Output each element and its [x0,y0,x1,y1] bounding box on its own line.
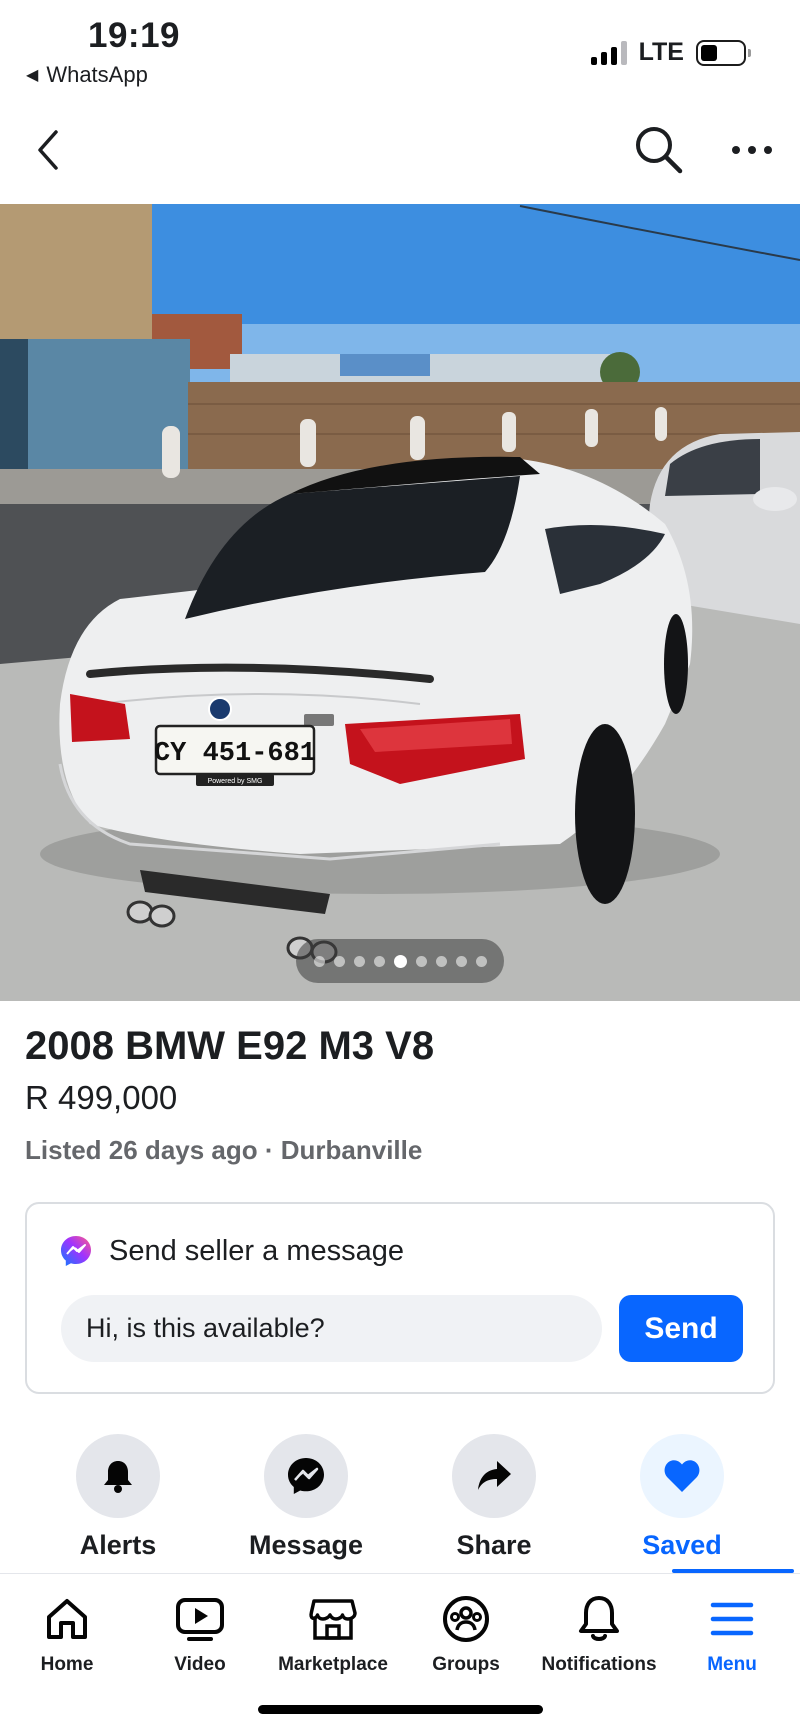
battery-icon [696,39,751,66]
listing-meta: Listed 26 days ago · Durbanville [25,1135,423,1165]
search-icon[interactable] [633,124,685,176]
tab-groups[interactable]: Groups [399,1590,533,1676]
carousel-dot[interactable] [415,955,427,967]
share-button[interactable] [452,1434,536,1518]
send-button[interactable]: Send [619,1295,743,1362]
share-arrow-icon [478,1461,511,1490]
video-icon [176,1598,224,1641]
alerts-label: Alerts [79,1530,157,1560]
message-label: Message [248,1530,364,1560]
marketplace-listing-page: 19:19 ◀ WhatsApp LTE CY 451-681 Powered … [0,0,800,1732]
bell-icon [579,1596,619,1641]
network-label: LTE [638,38,684,66]
carousel-dot[interactable] [333,955,345,967]
tab-notifications[interactable]: Notifications [532,1590,666,1676]
marketplace-icon [309,1599,357,1640]
more-horizontal-icon[interactable] [730,140,774,160]
message-input[interactable] [61,1295,602,1362]
plate-sub-text: Powered by SMG [208,778,263,785]
tab-menu-label: Menu [707,1654,757,1675]
photo-carousel-indicator [296,939,504,983]
tab-marketplace-label: Marketplace [278,1654,388,1675]
share-label: Share [456,1530,532,1560]
alerts-action[interactable]: Alerts [23,1434,213,1561]
listing-price: R 499,000 [25,1079,178,1116]
saved-action[interactable]: Saved [587,1434,777,1561]
saved-label: Saved [642,1530,722,1560]
messenger-icon [61,1236,91,1266]
tab-notifications-label: Notifications [541,1654,657,1675]
alerts-button[interactable] [76,1434,160,1518]
carousel-dot[interactable] [353,955,365,967]
heart-icon [664,1460,700,1492]
share-action[interactable]: Share [399,1434,589,1561]
back-to-app-link[interactable]: ◀ WhatsApp [26,62,148,88]
status-indicators: LTE [590,38,751,67]
tab-menu[interactable]: Menu [665,1590,799,1676]
saved-button[interactable] [640,1434,724,1518]
card-heading: Send seller a message [109,1234,404,1267]
bell-icon [104,1461,132,1493]
carousel-dot-active[interactable] [393,954,407,968]
back-triangle-icon: ◀ [26,67,39,84]
message-button[interactable] [264,1434,348,1518]
listing-photo[interactable]: CY 451-681 Powered by SMG [0,204,800,1001]
carousel-dot[interactable] [373,955,385,967]
plate-text: CY 451-681 [154,739,316,769]
home-indicator [258,1705,543,1714]
tab-groups-label: Groups [432,1654,500,1675]
tab-home-label: Home [40,1654,94,1675]
message-action[interactable]: Message [211,1434,401,1561]
signal-bars-icon [590,40,627,65]
back-app-label: WhatsApp [46,62,148,87]
tab-home[interactable]: Home [0,1590,134,1676]
status-time: 19:19 [88,16,181,55]
tab-video[interactable]: Video [133,1590,267,1676]
tab-video-label: Video [174,1654,226,1675]
carousel-dot[interactable] [313,955,325,967]
messenger-icon [288,1458,324,1494]
card-header: Send seller a message [59,1234,404,1268]
carousel-dot[interactable] [435,955,447,967]
listing-title: 2008 BMW E92 M3 V8 [25,1024,435,1068]
carousel-dot[interactable] [455,955,467,967]
home-icon [47,1599,87,1639]
carousel-dot[interactable] [475,955,487,967]
chevron-left-icon[interactable] [34,128,64,172]
tab-marketplace[interactable]: Marketplace [266,1590,400,1676]
action-row: Alerts Message Share Saved [0,1434,800,1564]
groups-icon [443,1596,489,1642]
send-message-card: Send seller a message Send [25,1202,775,1394]
menu-icon [710,1602,754,1636]
